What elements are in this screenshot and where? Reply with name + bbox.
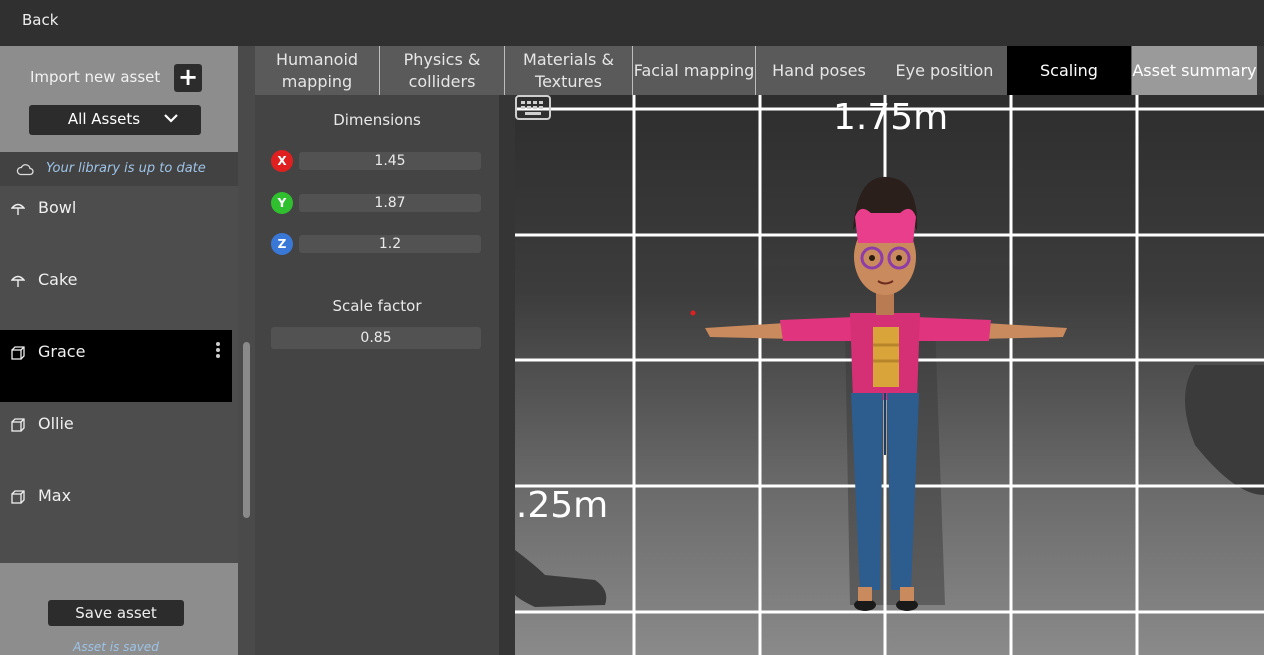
scaling-viewport[interactable]: 1.75m 0.25m: [515, 95, 1264, 655]
dimensions-panel: Dimensions X 1.45 Y 1.87 Z 1.2 Scale fac…: [255, 95, 499, 655]
avatar-cube-icon: [11, 418, 25, 432]
sidebar-footer: Save asset Asset is saved: [0, 563, 238, 655]
tab-scaling[interactable]: Scaling: [1007, 46, 1131, 95]
scale-factor-field[interactable]: 0.85: [271, 327, 481, 349]
save-asset-button[interactable]: Save asset: [48, 600, 184, 626]
tab-asset-summary[interactable]: Asset summary: [1132, 46, 1257, 95]
keyboard-icon[interactable]: [515, 95, 551, 120]
list-item-label: Grace: [38, 342, 86, 361]
import-asset-button[interactable]: +: [174, 64, 202, 92]
tab-eye-position[interactable]: Eye position: [882, 46, 1007, 95]
list-item-label: Bowl: [38, 198, 77, 217]
tab-label: Physics & colliders: [403, 49, 481, 91]
asset-sidebar: Import new asset + All Assets Your libra…: [0, 46, 238, 655]
pivot-marker: [690, 310, 696, 316]
tab-label: Facial mapping: [633, 60, 755, 80]
background-silhouette: [1185, 365, 1264, 495]
chevron-down-icon: [164, 114, 178, 123]
list-item-ollie[interactable]: Ollie: [0, 402, 232, 474]
dimension-x-field[interactable]: 1.45: [299, 152, 481, 170]
avatar-cube-icon: [11, 490, 25, 504]
tab-label: Hand poses: [772, 60, 866, 80]
list-item-cake[interactable]: Cake: [0, 258, 232, 330]
list-item-label: Ollie: [38, 414, 74, 433]
avatar-cube-icon: [11, 346, 25, 360]
library-status-text: Your library is up to date: [46, 161, 206, 176]
dimension-y-field[interactable]: 1.87: [299, 194, 481, 212]
sidebar-scrollbar-thumb[interactable]: [243, 342, 250, 518]
list-item-bowl[interactable]: Bowl: [0, 186, 232, 258]
viewport-scene: [515, 95, 1264, 655]
x-axis-badge: X: [271, 150, 293, 172]
tab-label: Scaling: [1040, 60, 1098, 80]
asset-list: Bowl Cake Grace Ollie Max: [0, 186, 232, 561]
tab-label: Humanoid mapping: [275, 49, 359, 91]
tab-physics-colliders[interactable]: Physics & colliders: [380, 46, 505, 95]
tab-bar: Humanoid mapping Physics & colliders Mat…: [255, 46, 1257, 95]
asset-filter-dropdown[interactable]: All Assets: [29, 105, 201, 135]
tab-humanoid-mapping[interactable]: Humanoid mapping: [255, 46, 380, 95]
tab-materials-textures[interactable]: Materials & Textures: [505, 46, 633, 95]
panel-divider: [499, 95, 515, 655]
library-status-bar: Your library is up to date: [0, 152, 238, 186]
tab-label: Asset summary: [1132, 60, 1257, 80]
sidebar-header: Import new asset + All Assets: [0, 46, 238, 152]
top-bar: Back: [0, 0, 1264, 46]
more-options-icon[interactable]: [214, 340, 222, 362]
y-axis-badge: Y: [271, 192, 293, 214]
list-item-label: Cake: [38, 270, 78, 289]
prop-icon: [11, 275, 25, 287]
cloud-icon: [16, 164, 34, 176]
back-button[interactable]: Back: [22, 11, 58, 29]
list-item-grace[interactable]: Grace: [0, 330, 232, 402]
dimension-z-field[interactable]: 1.2: [299, 235, 481, 253]
z-axis-badge: Z: [271, 233, 293, 255]
list-item-label: Max: [38, 486, 72, 505]
dog-silhouette: [515, 550, 607, 607]
list-item-max[interactable]: Max: [0, 474, 232, 546]
tab-label: Eye position: [895, 60, 994, 80]
tab-hand-poses[interactable]: Hand poses: [756, 46, 882, 95]
prop-icon: [11, 203, 25, 215]
save-status-text: Asset is saved: [73, 640, 159, 654]
scale-factor-title: Scale factor: [332, 297, 422, 315]
tab-facial-mapping[interactable]: Facial mapping: [633, 46, 756, 95]
tab-label: Materials & Textures: [523, 49, 614, 91]
asset-filter-value: All Assets: [67, 110, 141, 128]
height-measurement-label: 1.75m: [833, 97, 949, 138]
import-asset-label: Import new asset: [30, 68, 161, 86]
dimensions-title: Dimensions: [333, 111, 421, 129]
grid-spacing-label: 0.25m: [515, 485, 609, 526]
